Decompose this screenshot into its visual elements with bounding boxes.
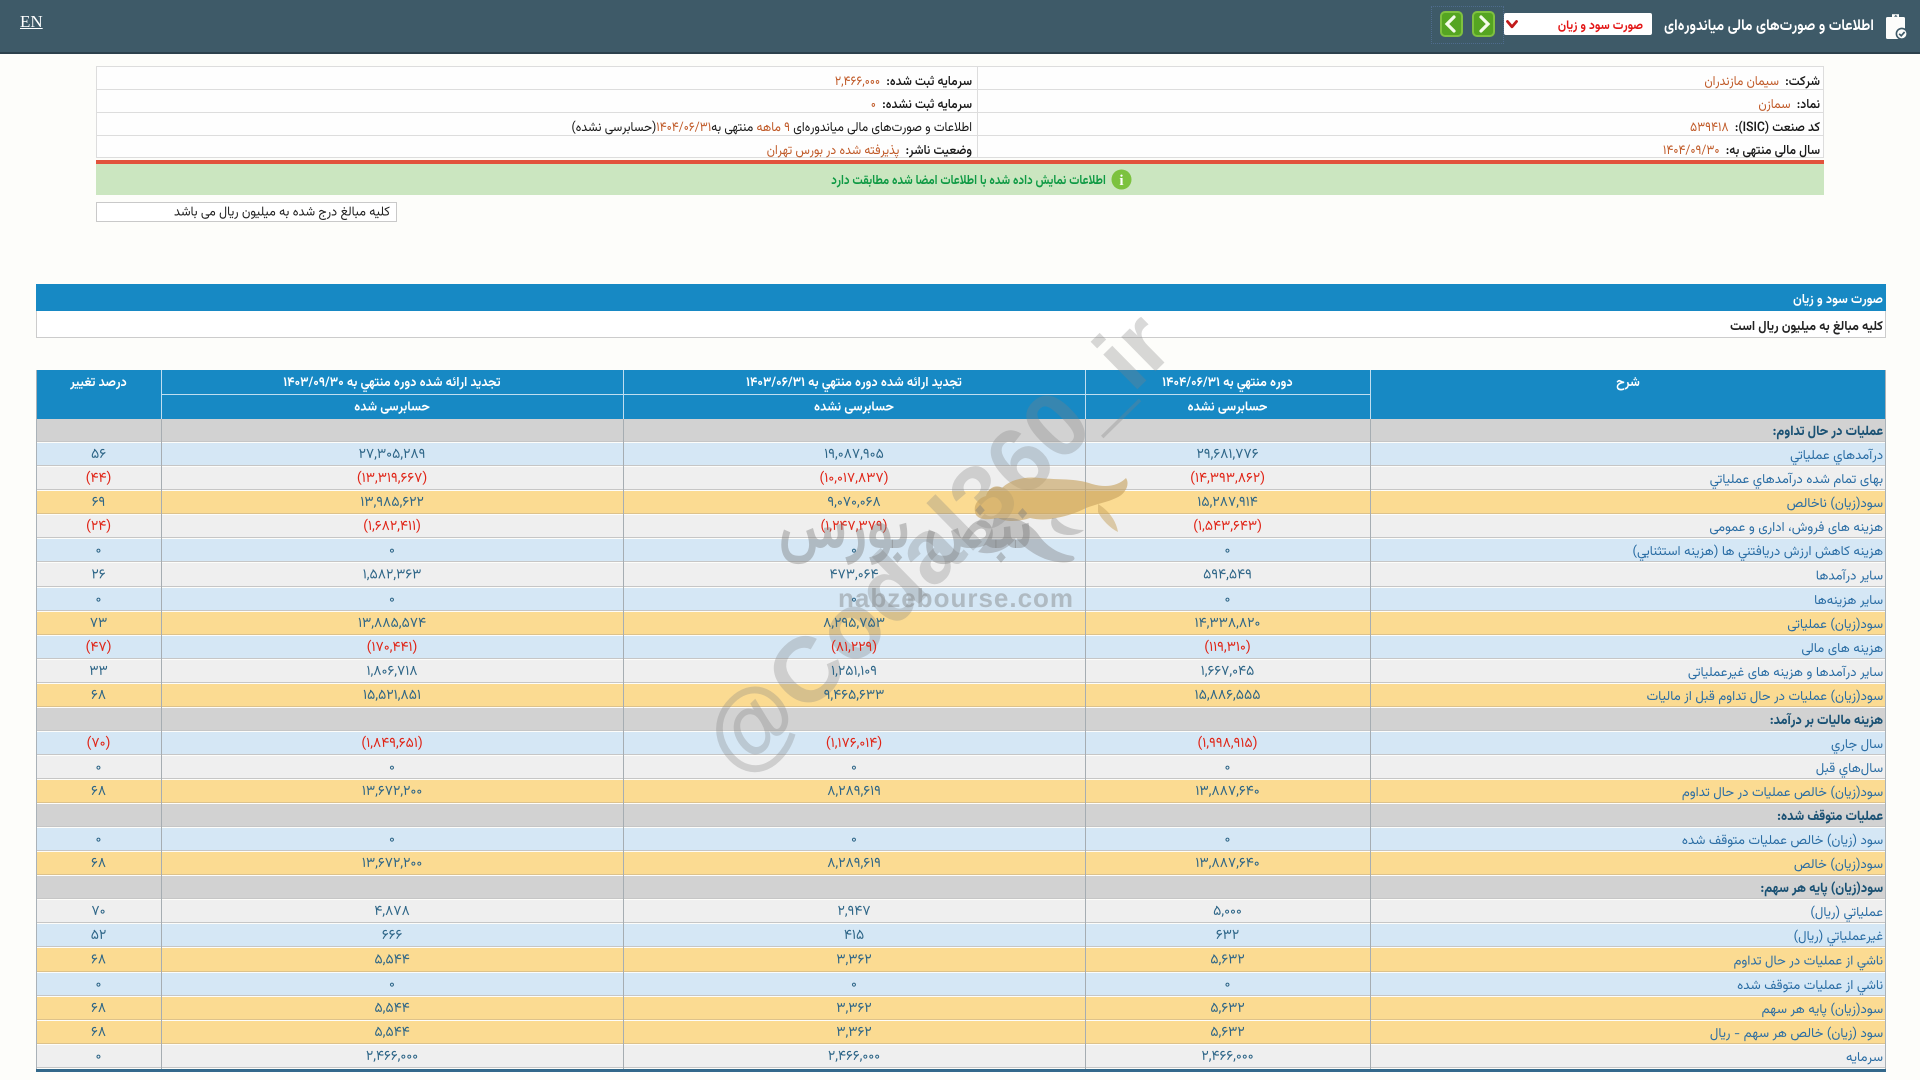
svg-text:i: i bbox=[1119, 173, 1123, 189]
